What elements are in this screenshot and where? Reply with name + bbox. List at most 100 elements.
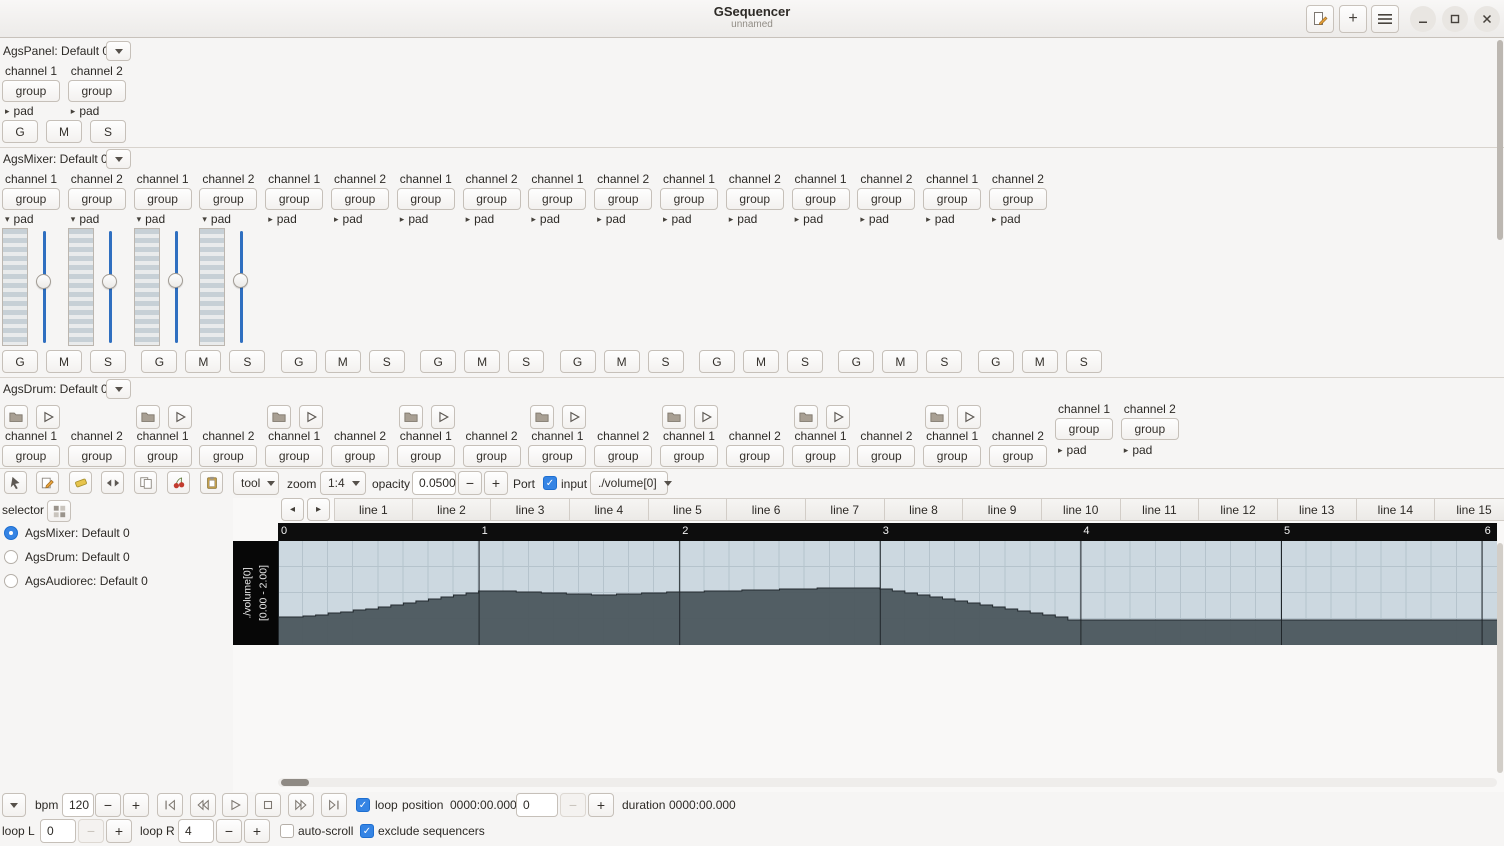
editor-horizontal-scrollbar[interactable] — [278, 778, 1497, 787]
mute-toggle-button[interactable]: M — [464, 350, 501, 373]
forward-button[interactable] — [288, 793, 314, 817]
pad-expander[interactable]: ▸ pad — [989, 212, 1047, 226]
machine-menu-button[interactable] — [106, 379, 131, 399]
line-tab[interactable]: line 7 — [805, 498, 885, 521]
select-tool-button[interactable] — [101, 471, 124, 494]
pad-expander[interactable]: ▸ pad — [463, 212, 521, 226]
group-button[interactable]: group — [988, 445, 1047, 467]
pad-expander[interactable]: ▾ pad — [68, 212, 126, 226]
tabs-scroll-right-button[interactable]: ▸ — [307, 498, 330, 521]
pad-expander[interactable]: ▸ pad — [660, 212, 718, 226]
line-tab[interactable]: line 9 — [963, 498, 1042, 521]
group-button[interactable]: group — [462, 445, 521, 467]
position-input[interactable]: 0 — [516, 793, 558, 817]
mute-toggle-button[interactable]: M — [742, 350, 779, 373]
group-button[interactable]: group — [462, 188, 521, 210]
line-tab[interactable]: line 8 — [884, 498, 964, 521]
mute-toggle-button[interactable]: M — [185, 350, 222, 373]
volume-slider[interactable] — [33, 228, 55, 346]
group-toggle-button[interactable]: G — [698, 350, 735, 373]
open-audio-file-button[interactable] — [662, 405, 686, 429]
play-button[interactable] — [222, 793, 248, 817]
copy-button[interactable] — [134, 471, 157, 494]
position-increment-button[interactable]: + — [588, 793, 614, 817]
port-dropdown[interactable]: ./volume[0] — [590, 471, 672, 495]
solo-toggle-button[interactable]: S — [229, 350, 266, 373]
radio-button[interactable] — [4, 550, 18, 564]
pad-expander[interactable]: ▾ pad — [134, 212, 192, 226]
group-button[interactable]: group — [2, 80, 60, 102]
auto-scroll-checkbox[interactable] — [280, 824, 294, 838]
group-button[interactable]: group — [1055, 418, 1113, 440]
slider-handle[interactable] — [233, 273, 249, 289]
cut-button[interactable] — [167, 471, 190, 494]
line-tab[interactable]: line 3 — [491, 498, 570, 521]
editor-vertical-scrollbar-thumb[interactable] — [1497, 543, 1503, 773]
mute-toggle-button[interactable]: M — [324, 350, 361, 373]
group-button[interactable]: group — [67, 80, 126, 102]
line-tab[interactable]: line 11 — [1120, 498, 1200, 521]
volume-slider[interactable] — [230, 228, 252, 346]
solo-toggle-button[interactable]: S — [1065, 350, 1102, 373]
maximize-button[interactable] — [1442, 6, 1468, 32]
group-toggle-button[interactable]: G — [2, 120, 38, 143]
play-sample-button[interactable] — [957, 405, 982, 429]
pad-expander[interactable]: ▸ pad — [397, 212, 455, 226]
edit-tool-button[interactable] — [36, 471, 59, 494]
group-button[interactable]: group — [2, 188, 60, 210]
group-button[interactable]: group — [659, 188, 718, 210]
play-sample-button[interactable] — [167, 405, 192, 429]
pad-expander[interactable]: ▸ pad — [1121, 443, 1179, 457]
solo-toggle-button[interactable]: S — [508, 350, 545, 373]
line-tab[interactable]: line 13 — [1277, 498, 1357, 521]
pad-expander[interactable]: ▸ pad — [265, 212, 323, 226]
seek-end-button[interactable] — [321, 793, 347, 817]
paste-button[interactable] — [200, 471, 223, 494]
group-button[interactable]: group — [396, 445, 455, 467]
slider-handle[interactable] — [36, 274, 51, 290]
group-button[interactable]: group — [857, 188, 916, 210]
loop-l-increment-button[interactable]: + — [106, 819, 132, 843]
mute-toggle-button[interactable]: M — [46, 120, 82, 143]
position-decrement-button[interactable]: − — [560, 793, 586, 817]
pad-expander[interactable]: ▾ pad — [199, 212, 257, 226]
group-toggle-button[interactable]: G — [977, 350, 1014, 373]
close-button[interactable] — [1474, 6, 1500, 32]
position-tool-button[interactable] — [4, 471, 27, 494]
play-sample-button[interactable] — [430, 405, 455, 429]
selector-option[interactable]: AgsDrum: Default 0 — [4, 550, 130, 564]
selector-option[interactable]: AgsAudiorec: Default 0 — [4, 574, 148, 588]
group-toggle-button[interactable]: G — [2, 350, 38, 373]
group-button[interactable]: group — [988, 188, 1047, 210]
tabs-scroll-left-button[interactable]: ◂ — [281, 498, 304, 521]
automation-canvas[interactable] — [278, 541, 1497, 645]
line-tab[interactable]: line 6 — [727, 498, 806, 521]
add-machine-button[interactable]: + — [1339, 5, 1367, 33]
play-sample-button[interactable] — [562, 405, 587, 429]
line-tab[interactable]: line 15 — [1435, 498, 1504, 521]
pad-expander[interactable]: ▸ pad — [923, 212, 981, 226]
group-toggle-button[interactable]: G — [838, 350, 875, 373]
group-button[interactable]: group — [67, 445, 126, 467]
group-button[interactable]: group — [199, 445, 258, 467]
play-sample-button[interactable] — [299, 405, 324, 429]
solo-toggle-button[interactable]: S — [90, 120, 126, 143]
group-button[interactable]: group — [265, 188, 324, 210]
mute-toggle-button[interactable]: M — [882, 350, 919, 373]
line-tab[interactable]: line 10 — [1041, 498, 1121, 521]
seek-start-button[interactable] — [157, 793, 183, 817]
machine-area-scrollbar-thumb[interactable] — [1497, 40, 1503, 240]
group-button[interactable]: group — [2, 445, 60, 467]
stop-button[interactable] — [255, 793, 281, 817]
bpm-decrement-button[interactable]: − — [95, 793, 121, 817]
slider-handle[interactable] — [101, 274, 117, 290]
pad-expander[interactable]: ▸ pad — [1055, 443, 1113, 457]
group-button[interactable]: group — [725, 188, 784, 210]
group-toggle-button[interactable]: G — [141, 350, 178, 373]
transport-expander-button[interactable] — [2, 793, 26, 817]
loop-r-increment-button[interactable]: + — [244, 819, 270, 843]
line-tab[interactable]: line 2 — [412, 498, 492, 521]
play-sample-button[interactable] — [36, 405, 60, 429]
machine-menu-button[interactable] — [106, 149, 131, 169]
loop-r-decrement-button[interactable]: − — [216, 819, 242, 843]
